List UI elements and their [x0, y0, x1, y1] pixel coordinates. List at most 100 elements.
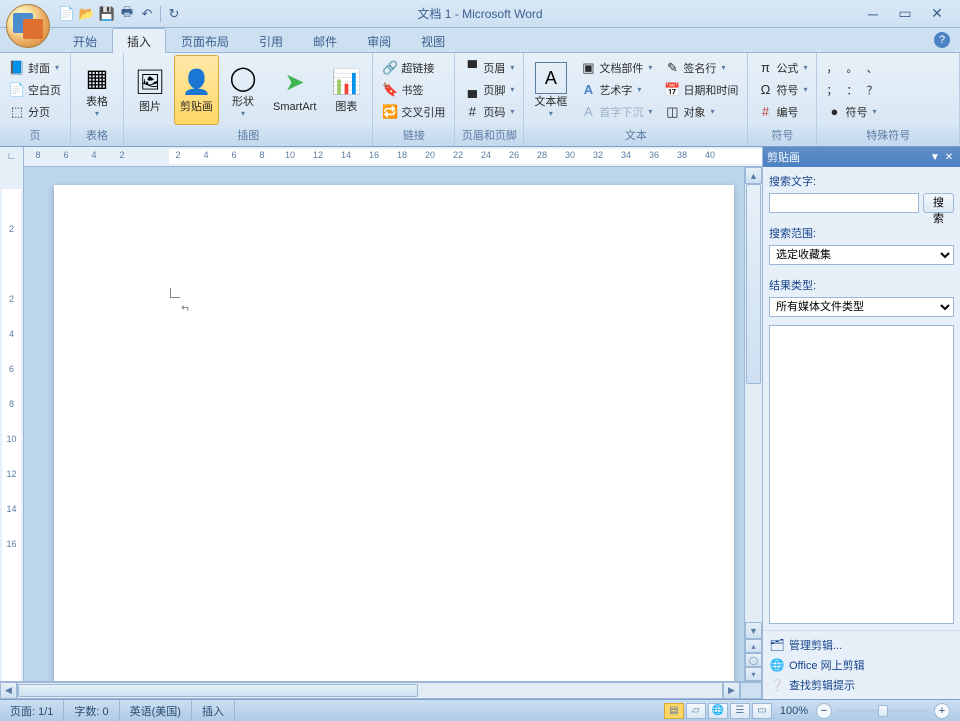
pagenum-button[interactable]: #页码▾	[459, 101, 519, 122]
browse-object-button[interactable]: ◯	[745, 653, 762, 667]
symbol-icon: Ω	[757, 82, 773, 98]
view-draft-button[interactable]: ▭	[752, 703, 772, 719]
document-viewport: 2246810121416 ↵ ▲ ▼ ▴ ◯ ▾	[0, 167, 762, 681]
scroll-left-button[interactable]: ◀	[0, 682, 17, 699]
zoom-in-button[interactable]: +	[934, 703, 950, 719]
horizontal-ruler[interactable]: ∟ 86422468101214161820222426283032343638…	[0, 147, 762, 167]
special-more-button[interactable]: ●符号▾	[821, 101, 882, 122]
object-button[interactable]: ◫对象▾	[659, 101, 743, 122]
group-pages-label: 页	[0, 125, 70, 146]
scroll-right-button[interactable]: ▶	[723, 682, 740, 699]
vertical-scrollbar[interactable]: ▲ ▼ ▴ ◯ ▾	[744, 167, 762, 681]
help-button[interactable]: ?	[934, 32, 950, 48]
wordart-button[interactable]: A艺术字▾	[575, 79, 657, 100]
prev-page-button[interactable]: ▴	[745, 639, 762, 653]
view-outline-button[interactable]: ☰	[730, 703, 750, 719]
quickparts-button[interactable]: ▣文档部件▾	[575, 57, 657, 78]
canvas[interactable]: ↵	[24, 167, 744, 681]
tab-review[interactable]: 审阅	[352, 28, 406, 53]
scroll-up-button[interactable]: ▲	[745, 167, 762, 184]
wordart-icon: A	[580, 82, 596, 98]
vscroll-track[interactable]	[745, 184, 762, 622]
footer-button[interactable]: ▄页脚▾	[459, 79, 519, 100]
cover-page-button[interactable]: 📘封面▾	[4, 57, 66, 78]
tab-home[interactable]: 开始	[58, 28, 112, 53]
bookmark-button[interactable]: 🔖书签	[377, 79, 450, 100]
qat-open[interactable]: 📂	[78, 5, 96, 23]
search-button[interactable]: 搜索	[923, 193, 954, 213]
horizontal-scrollbar[interactable]: ◀ ▶	[0, 681, 762, 699]
view-weblayout-button[interactable]: 🌐	[708, 703, 728, 719]
datetime-button[interactable]: 📅日期和时间	[659, 79, 743, 100]
split-handle[interactable]	[740, 682, 762, 699]
tab-mailings[interactable]: 邮件	[298, 28, 352, 53]
tab-insert[interactable]: 插入	[112, 28, 166, 53]
document-page[interactable]: ↵	[54, 185, 734, 681]
ruler-corner[interactable]: ∟	[0, 147, 24, 167]
pagenum-icon: #	[464, 104, 480, 120]
globe-icon: 🌐	[769, 657, 785, 673]
symbol-button[interactable]: Ω符号▾	[752, 79, 812, 100]
special-row1[interactable]: ， 。 、	[821, 57, 882, 78]
clipart-button[interactable]: 👤剪贴画	[174, 55, 219, 125]
view-fullscreen-button[interactable]: ▱	[686, 703, 706, 719]
special-row2[interactable]: ； ： ？	[821, 79, 882, 100]
minimize-button[interactable]: ─	[862, 6, 884, 22]
window-controls: ─ ▭ ✕	[862, 6, 948, 22]
header-icon: ▀	[464, 60, 480, 76]
results-type-select[interactable]: 所有媒体文件类型	[769, 297, 954, 317]
header-button[interactable]: ▀页眉▾	[459, 57, 519, 78]
cover-page-icon: 📘	[9, 60, 25, 76]
office-online-link[interactable]: 🌐Office 网上剪辑	[769, 655, 954, 675]
group-tables-label: 表格	[71, 125, 123, 146]
chart-button[interactable]: 📊图表	[324, 55, 368, 125]
group-links: 🔗超链接 🔖书签 🔁交叉引用 链接	[373, 53, 455, 146]
taskpane-menu-button[interactable]: ▼	[928, 150, 942, 164]
textbox-button[interactable]: A文本框▾	[528, 55, 573, 125]
taskpane-links: 🗂管理剪辑... 🌐Office 网上剪辑 ❔查找剪辑提示	[763, 630, 960, 699]
manage-clips-link[interactable]: 🗂管理剪辑...	[769, 635, 954, 655]
scope-select[interactable]: 选定收藏集	[769, 245, 954, 265]
smartart-button[interactable]: ➤SmartArt	[267, 55, 322, 125]
vscroll-thumb[interactable]	[746, 184, 761, 384]
taskpane-header: 剪贴画 ▼ ✕	[763, 147, 960, 167]
page-break-button[interactable]: ⬚分页	[4, 101, 66, 122]
datetime-icon: 📅	[664, 82, 680, 98]
zoom-slider[interactable]	[838, 709, 928, 713]
number-button[interactable]: #编号	[752, 101, 812, 122]
table-button[interactable]: ▦ 表格▾	[75, 55, 119, 125]
hscroll-track[interactable]	[17, 682, 723, 699]
picture-button[interactable]: 🖼图片	[128, 55, 172, 125]
tab-pagelayout[interactable]: 页面布局	[166, 28, 244, 53]
scroll-down-button[interactable]: ▼	[745, 622, 762, 639]
qat-undo[interactable]: ↶	[138, 5, 156, 23]
close-button[interactable]: ✕	[926, 6, 948, 22]
qat-save[interactable]: 💾	[98, 5, 116, 23]
hyperlink-button[interactable]: 🔗超链接	[377, 57, 450, 78]
qat-new[interactable]: 📄	[58, 5, 76, 23]
hscroll-thumb[interactable]	[18, 684, 418, 697]
taskpane-close-button[interactable]: ✕	[942, 150, 956, 164]
crossref-button[interactable]: 🔁交叉引用	[377, 101, 450, 122]
group-illustrations: 🖼图片 👤剪贴画 ◯形状▾ ➤SmartArt 📊图表 插图	[124, 53, 373, 146]
zoom-slider-thumb[interactable]	[878, 705, 888, 717]
qat-print[interactable]: 🖶	[118, 5, 136, 23]
tab-references[interactable]: 引用	[244, 28, 298, 53]
blank-page-button[interactable]: 📄空白页	[4, 79, 66, 100]
textbox-icon: A	[535, 62, 567, 94]
search-input[interactable]	[769, 193, 919, 213]
next-page-button[interactable]: ▾	[745, 667, 762, 681]
equation-button[interactable]: π公式▾	[752, 57, 812, 78]
zoom-percent[interactable]: 100%	[774, 705, 814, 717]
restore-button[interactable]: ▭	[894, 6, 916, 22]
view-printlayout-button[interactable]: ▤	[664, 703, 684, 719]
find-tips-link[interactable]: ❔查找剪辑提示	[769, 675, 954, 695]
tab-view[interactable]: 视图	[406, 28, 460, 53]
sigline-button[interactable]: ✎签名行▾	[659, 57, 743, 78]
qat-redo[interactable]: ↻	[165, 5, 183, 23]
results-type-label: 结果类型:	[763, 271, 960, 295]
vertical-ruler[interactable]: 2246810121416	[0, 167, 24, 681]
shapes-button[interactable]: ◯形状▾	[221, 55, 265, 125]
office-button[interactable]	[6, 4, 50, 48]
zoom-out-button[interactable]: −	[816, 703, 832, 719]
